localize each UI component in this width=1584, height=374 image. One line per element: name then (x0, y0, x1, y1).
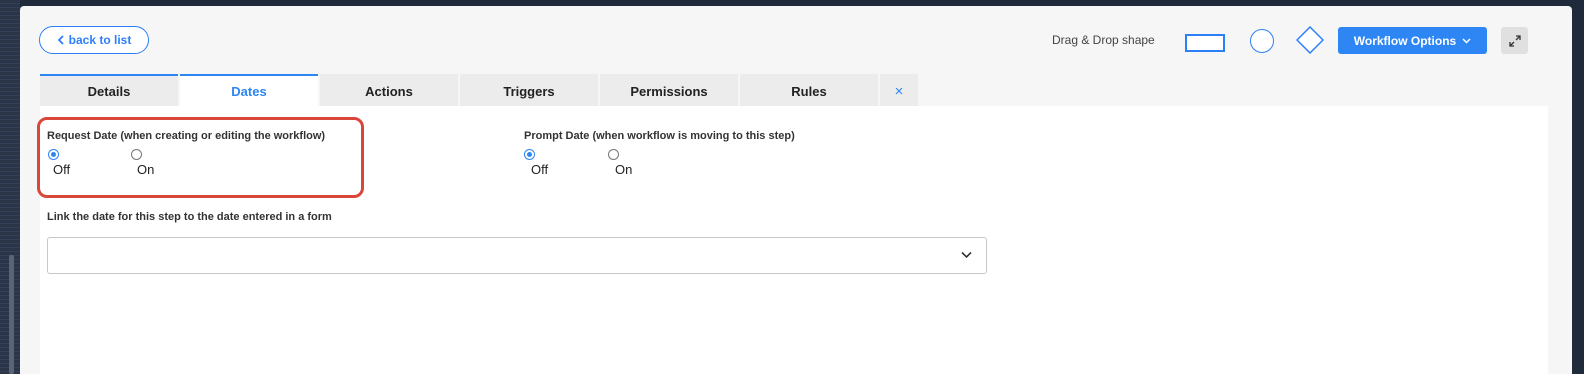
tab-rules[interactable]: Rules (740, 74, 878, 106)
tab-permissions[interactable]: Permissions (600, 74, 738, 106)
expand-button[interactable] (1501, 27, 1528, 54)
prompt-date-off-label: Off (531, 162, 549, 177)
chevron-left-icon (57, 35, 64, 45)
circle-shape-icon[interactable] (1250, 29, 1274, 53)
step-tabs: Details Dates Actions Triggers Permissio… (40, 74, 920, 106)
link-date-select[interactable] (47, 237, 987, 274)
chevron-down-icon (961, 251, 972, 259)
prompt-date-off-radio[interactable] (524, 149, 535, 160)
tab-dates[interactable]: Dates (180, 74, 318, 106)
prompt-date-on-radio[interactable] (608, 149, 619, 160)
prompt-date-on-label: On (615, 162, 633, 177)
diamond-shape-icon[interactable] (1296, 26, 1324, 54)
tab-details[interactable]: Details (40, 74, 178, 106)
link-date-title: Link the date for this step to the date … (47, 211, 332, 223)
prompt-date-title: Prompt Date (when workflow is moving to … (524, 130, 795, 142)
workflow-options-button[interactable]: Workflow Options (1338, 27, 1487, 54)
scrollbar[interactable] (9, 255, 14, 374)
highlight-box (37, 117, 364, 198)
back-to-list-label: back to list (68, 33, 132, 47)
tab-triggers[interactable]: Triggers (460, 74, 598, 106)
rectangle-shape-icon[interactable] (1185, 34, 1225, 52)
expand-icon (1508, 34, 1521, 47)
close-tabs-button[interactable]: × (880, 74, 918, 106)
workflow-editor-panel: back to list Drag & Drop shape Workflow … (20, 6, 1572, 374)
drag-drop-label: Drag & Drop shape (1052, 33, 1155, 47)
workflow-options-label: Workflow Options (1353, 33, 1457, 48)
tab-actions[interactable]: Actions (320, 74, 458, 106)
back-to-list-button[interactable]: back to list (39, 26, 149, 54)
chevron-down-icon (1462, 37, 1471, 44)
